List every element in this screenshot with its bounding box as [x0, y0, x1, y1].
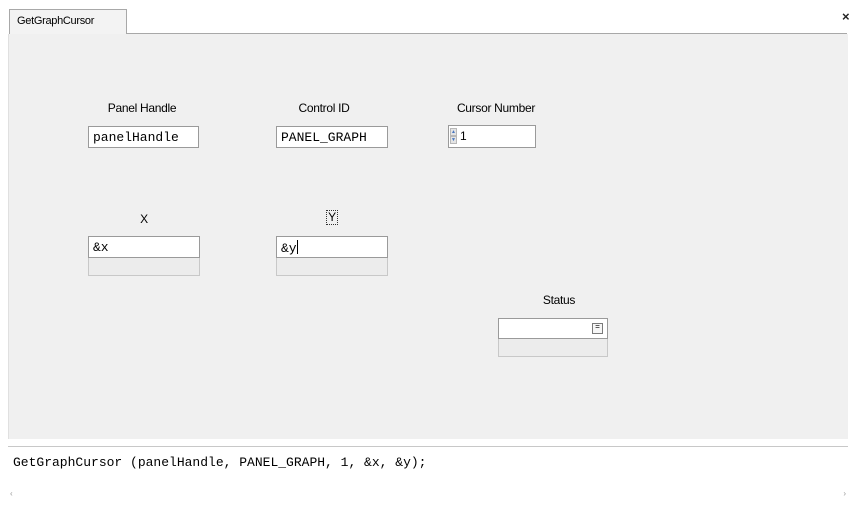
status-result-field [498, 339, 608, 357]
status-label: Status [542, 293, 576, 307]
cursor-number-value: 1 [460, 129, 467, 143]
spinner-down-icon[interactable]: ▼ [450, 136, 457, 144]
panel-handle-input[interactable]: panelHandle [88, 126, 199, 148]
status-select-button[interactable]: = [592, 323, 603, 334]
x-result-field [88, 258, 200, 276]
y-input-value: &y [281, 241, 297, 256]
control-id-input[interactable]: PANEL_GRAPH [276, 126, 388, 148]
tab-getgraphcursor[interactable]: GetGraphCursor [9, 9, 127, 34]
code-preview-panel: GetGraphCursor (panelHandle, PANEL_GRAPH… [8, 446, 848, 500]
y-result-field [276, 258, 388, 276]
function-panel: Panel Handle panelHandle Control ID PANE… [8, 34, 848, 439]
spinner-up-icon[interactable]: ▲ [450, 128, 457, 136]
text-caret [296, 240, 298, 254]
tab-label: GetGraphCursor [17, 15, 95, 27]
status-input[interactable]: = [498, 318, 608, 339]
horizontal-scrollbar[interactable]: ‹ › [8, 489, 848, 500]
control-id-label: Control ID [298, 101, 350, 115]
scroll-right-icon[interactable]: › [843, 489, 846, 498]
cursor-number-spinner[interactable]: ▲ ▼ 1 [448, 125, 536, 148]
tab-strip: GetGraphCursor × [0, 0, 853, 34]
y-input[interactable]: &y [276, 236, 388, 258]
y-label: Y [317, 210, 347, 225]
x-input[interactable]: &x [88, 236, 200, 258]
y-label-text: Y [326, 210, 338, 225]
scroll-left-icon[interactable]: ‹ [10, 489, 13, 498]
spinner-arrows[interactable]: ▲ ▼ [450, 128, 457, 146]
code-preview-text[interactable]: GetGraphCursor (panelHandle, PANEL_GRAPH… [13, 455, 426, 470]
panel-handle-label: Panel Handle [107, 101, 177, 115]
cursor-number-label: Cursor Number [456, 101, 536, 115]
x-label: X [140, 212, 148, 226]
close-icon[interactable]: × [842, 10, 850, 24]
